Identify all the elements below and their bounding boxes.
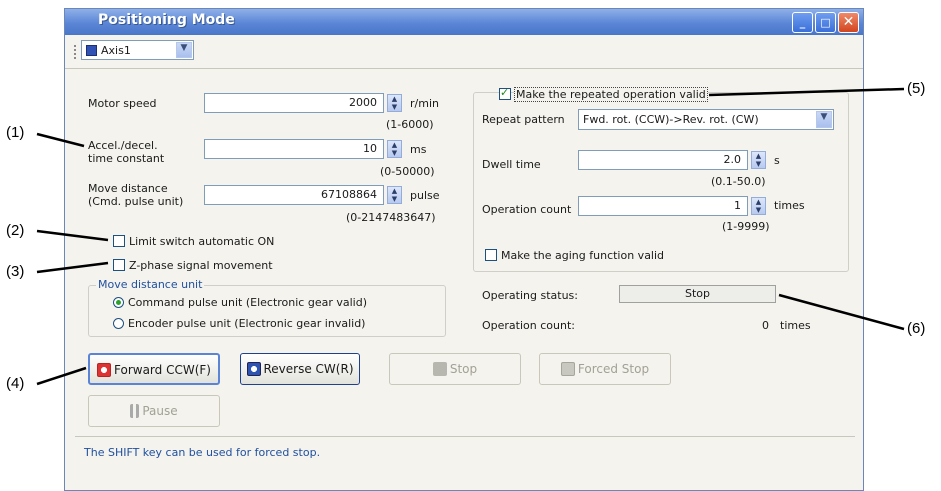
callout-2: (2) bbox=[6, 222, 25, 239]
callout-1: (1) bbox=[6, 124, 25, 141]
callout-line-5 bbox=[708, 87, 905, 97]
callout-5: (5) bbox=[907, 80, 926, 97]
callout-line-6 bbox=[778, 293, 905, 331]
callout-line-2 bbox=[36, 229, 109, 242]
callout-3: (3) bbox=[6, 263, 25, 280]
callout-line-4 bbox=[36, 366, 87, 386]
callout-4: (4) bbox=[6, 375, 25, 392]
callout-6: (6) bbox=[907, 320, 926, 337]
callout-lines bbox=[36, 87, 905, 386]
callout-line-3 bbox=[36, 261, 109, 274]
callout-line-1 bbox=[36, 132, 85, 148]
